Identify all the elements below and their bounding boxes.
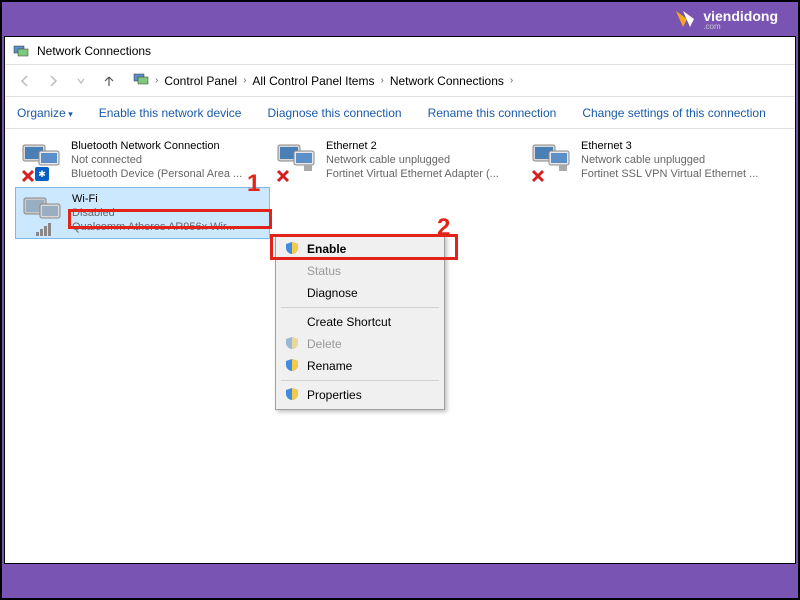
shield-icon xyxy=(285,358,299,372)
disabled-x-icon xyxy=(531,169,545,183)
ctx-label: Diagnose xyxy=(307,286,358,300)
ctx-separator xyxy=(281,307,439,308)
disabled-x-icon xyxy=(276,169,290,183)
breadcrumb[interactable]: › Control Panel › All Control Panel Item… xyxy=(133,71,519,90)
connection-wifi[interactable]: Wi-Fi Disabled Qualcomm Atheros AR956x W… xyxy=(15,187,270,239)
device-icon xyxy=(276,139,320,183)
connection-status: Not connected xyxy=(71,153,242,167)
branding-logo: viendidong .com xyxy=(673,7,778,31)
ctx-label: Create Shortcut xyxy=(307,315,391,329)
connection-status: Network cable unplugged xyxy=(581,153,758,167)
bluetooth-badge-icon: ✱ xyxy=(35,167,49,181)
connection-device: Bluetooth Device (Personal Area ... xyxy=(71,167,242,181)
organize-menu[interactable]: Organize xyxy=(17,106,73,120)
shield-icon xyxy=(285,387,299,401)
ctx-rename[interactable]: Rename xyxy=(279,355,441,377)
connection-ethernet3[interactable]: Ethernet 3 Network cable unplugged Forti… xyxy=(525,135,780,187)
device-icon xyxy=(531,139,575,183)
connection-name: Ethernet 2 xyxy=(326,139,499,153)
window-title: Network Connections xyxy=(37,44,151,58)
context-menu: Enable Status Diagnose Create Shortcut D… xyxy=(275,234,445,410)
diagnose-button[interactable]: Diagnose this connection xyxy=(267,106,401,120)
connection-name: Ethernet 3 xyxy=(581,139,758,153)
toolbar: Organize Enable this network device Diag… xyxy=(5,97,795,129)
change-settings-button[interactable]: Change settings of this connection xyxy=(582,106,765,120)
breadcrumb-item[interactable]: Network Connections xyxy=(390,74,504,88)
ctx-status: Status xyxy=(279,260,441,282)
wifi-signal-icon xyxy=(36,223,51,236)
ctx-delete: Delete xyxy=(279,333,441,355)
chevron-right-icon: › xyxy=(243,75,246,86)
recent-dropdown-icon[interactable] xyxy=(69,69,93,93)
breadcrumb-item[interactable]: Control Panel xyxy=(164,74,237,88)
page-bottom-bar xyxy=(2,564,798,598)
chevron-right-icon: › xyxy=(510,75,513,86)
connection-status: Network cable unplugged xyxy=(326,153,499,167)
chevron-right-icon: › xyxy=(155,75,158,86)
shield-icon xyxy=(285,336,299,350)
up-button[interactable] xyxy=(97,69,121,93)
connection-ethernet2[interactable]: Ethernet 2 Network cable unplugged Forti… xyxy=(270,135,525,187)
ctx-create-shortcut[interactable]: Create Shortcut xyxy=(279,311,441,333)
connection-name: Bluetooth Network Connection xyxy=(71,139,242,153)
connection-device: Qualcomm Atheros AR956x Wir... xyxy=(72,220,235,234)
titlebar: Network Connections xyxy=(5,37,795,65)
logo-icon xyxy=(673,7,697,31)
device-icon: ✱ xyxy=(21,139,65,183)
breadcrumb-root-icon xyxy=(133,71,149,90)
ctx-separator xyxy=(281,380,439,381)
ctx-properties[interactable]: Properties xyxy=(279,384,441,406)
chevron-right-icon: › xyxy=(380,75,383,86)
forward-button[interactable] xyxy=(41,69,65,93)
page-top-bar: viendidong .com xyxy=(2,2,798,36)
navbar: › Control Panel › All Control Panel Item… xyxy=(5,65,795,97)
ctx-label: Properties xyxy=(307,388,362,402)
back-button[interactable] xyxy=(13,69,37,93)
connection-device: Fortinet SSL VPN Virtual Ethernet ... xyxy=(581,167,758,181)
disabled-x-icon xyxy=(21,169,35,183)
connection-status: Disabled xyxy=(72,206,235,220)
ctx-diagnose[interactable]: Diagnose xyxy=(279,282,441,304)
ctx-enable[interactable]: Enable xyxy=(279,238,441,260)
network-connections-icon xyxy=(13,43,29,59)
breadcrumb-item[interactable]: All Control Panel Items xyxy=(252,74,374,88)
connection-bluetooth[interactable]: ✱ Bluetooth Network Connection Not conne… xyxy=(15,135,270,187)
connections-grid: ✱ Bluetooth Network Connection Not conne… xyxy=(15,135,785,239)
ctx-label: Status xyxy=(307,264,341,278)
ctx-label: Enable xyxy=(307,242,346,256)
device-icon xyxy=(22,192,66,236)
connection-device: Fortinet Virtual Ethernet Adapter (... xyxy=(326,167,499,181)
shield-icon xyxy=(285,241,299,255)
ctx-label: Delete xyxy=(307,337,342,351)
rename-button[interactable]: Rename this connection xyxy=(428,106,557,120)
connection-name: Wi-Fi xyxy=(72,192,235,206)
ctx-label: Rename xyxy=(307,359,352,373)
enable-device-button[interactable]: Enable this network device xyxy=(99,106,242,120)
